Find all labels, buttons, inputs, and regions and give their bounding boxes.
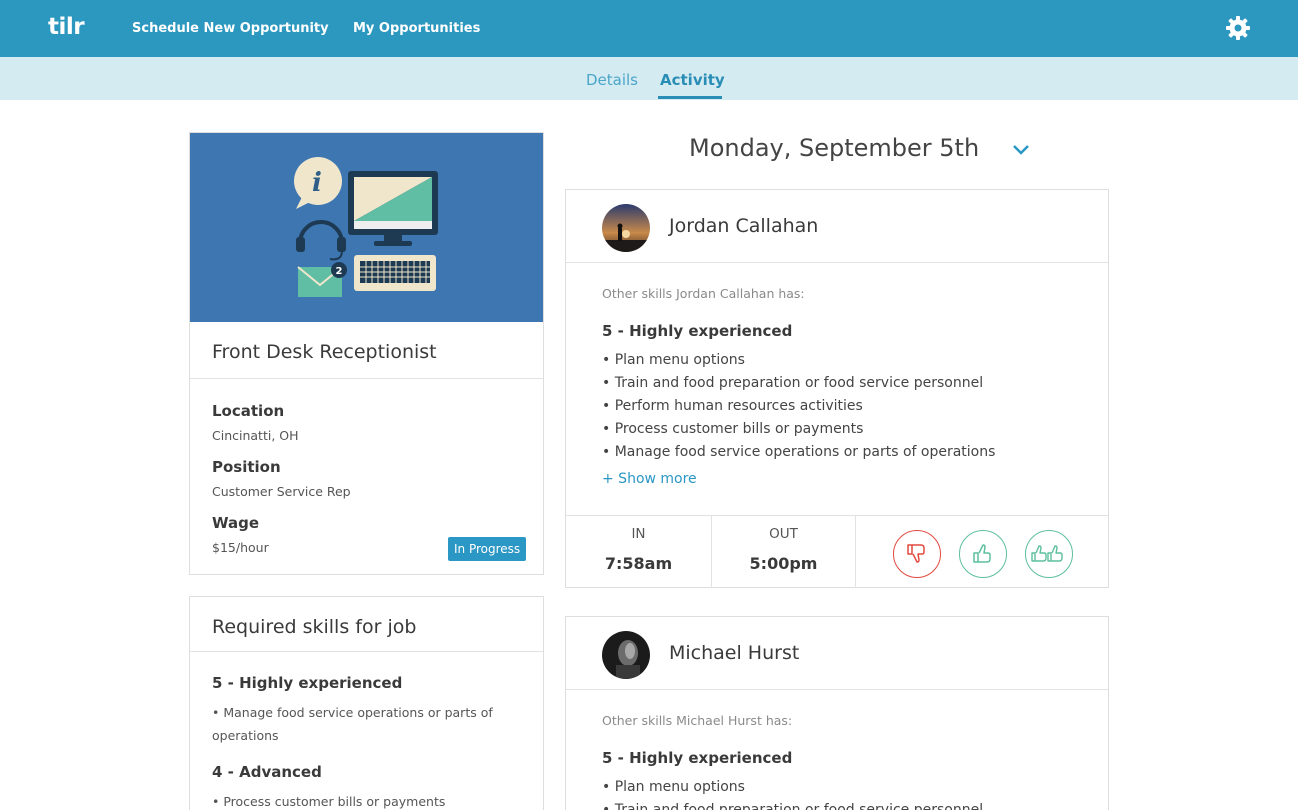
location-value: Cincinatti, OH bbox=[212, 428, 299, 443]
nav-my-opportunities[interactable]: My Opportunities bbox=[353, 21, 480, 36]
tab-activity[interactable]: Activity bbox=[660, 71, 725, 89]
keyboard-icon bbox=[354, 255, 436, 291]
other-skills-label: Other skills Michael Hurst has: bbox=[602, 713, 793, 728]
thumbs-up-button[interactable] bbox=[959, 530, 1007, 578]
worker-name: Jordan Callahan bbox=[669, 215, 819, 237]
double-thumbs-up-button[interactable] bbox=[1025, 530, 1073, 578]
clock-in-label: IN bbox=[631, 526, 646, 542]
tilr-logo[interactable]: tilr bbox=[48, 14, 85, 40]
wage-value: $15/hour bbox=[212, 540, 269, 555]
svg-text:2: 2 bbox=[336, 266, 343, 277]
skill-item: • Train and food preparation or food ser… bbox=[602, 802, 984, 810]
monitor-icon bbox=[348, 171, 438, 246]
headset-icon bbox=[296, 220, 346, 261]
required-skills-card: Required skills for job 5 - Highly exper… bbox=[189, 596, 544, 810]
divider bbox=[566, 689, 1108, 690]
office-illustration: i 2 bbox=[294, 157, 438, 297]
top-nav-bar: tilr Schedule New Opportunity My Opportu… bbox=[0, 0, 1298, 57]
show-more-link[interactable]: + Show more bbox=[602, 471, 697, 487]
worker-card: Michael Hurst Other skills Michael Hurst… bbox=[565, 616, 1109, 810]
status-badge: In Progress bbox=[448, 537, 527, 561]
location-label: Location bbox=[212, 402, 285, 420]
thumbs-up-icon bbox=[973, 544, 991, 563]
skill-item: • Process customer bills or payments bbox=[212, 794, 446, 809]
skill-level-heading: 5 - Highly experienced bbox=[602, 322, 793, 340]
job-card: i 2 Front Desk Receptionist Location Cin… bbox=[189, 132, 544, 575]
skill-item: • Plan menu options bbox=[602, 352, 745, 368]
avatar bbox=[602, 631, 650, 679]
chevron-down-icon[interactable] bbox=[1012, 143, 1030, 157]
skill-item: • Plan menu options bbox=[602, 779, 745, 795]
divider bbox=[566, 262, 1108, 263]
position-label: Position bbox=[212, 458, 281, 476]
job-title: Front Desk Receptionist bbox=[212, 341, 437, 363]
required-skills-title: Required skills for job bbox=[212, 616, 417, 638]
tab-details[interactable]: Details bbox=[586, 71, 638, 89]
svg-text:i: i bbox=[312, 168, 322, 198]
skill-list: • Plan menu options • Train and food pre… bbox=[602, 776, 1072, 810]
gear-icon[interactable] bbox=[1224, 14, 1252, 42]
divider bbox=[190, 651, 543, 652]
skill-item: • Manage food service operations or part… bbox=[602, 444, 996, 460]
skill-item: • Train and food preparation or food ser… bbox=[602, 375, 984, 391]
worker-card: Jordan Callahan Other skills Jordan Call… bbox=[565, 189, 1109, 588]
clock-in-time: 7:58am bbox=[604, 554, 673, 573]
thumbs-down-icon bbox=[907, 544, 925, 563]
active-tab-indicator bbox=[658, 96, 722, 99]
worker-name: Michael Hurst bbox=[669, 642, 800, 664]
nav-schedule-new-opportunity[interactable]: Schedule New Opportunity bbox=[132, 21, 329, 36]
divider bbox=[190, 378, 543, 379]
divider bbox=[566, 515, 1108, 516]
clock-out-time: 5:00pm bbox=[749, 554, 818, 573]
divider bbox=[855, 515, 856, 588]
wage-label: Wage bbox=[212, 514, 260, 532]
position-value: Customer Service Rep bbox=[212, 484, 351, 499]
skill-item: • Manage food service operations or part… bbox=[212, 705, 493, 743]
other-skills-label: Other skills Jordan Callahan has: bbox=[602, 286, 805, 301]
thumbs-down-button[interactable] bbox=[893, 530, 941, 578]
double-thumbs-up-icon bbox=[1031, 545, 1063, 562]
skill-level-heading: 5 - Highly experienced bbox=[212, 674, 403, 692]
mail-icon: 2 bbox=[297, 262, 347, 297]
job-hero-illustration: i 2 bbox=[190, 133, 543, 322]
skill-item: • Perform human resources activities bbox=[602, 398, 863, 414]
skill-list: • Plan menu options • Train and food pre… bbox=[602, 349, 1072, 464]
activity-date: Monday, September 5th bbox=[689, 134, 980, 162]
clock-out-label: OUT bbox=[769, 526, 798, 542]
skill-level-heading: 5 - Highly experienced bbox=[602, 749, 793, 767]
avatar bbox=[602, 204, 650, 252]
skill-level-heading: 4 - Advanced bbox=[212, 763, 322, 781]
sub-nav-tabs: Details Activity bbox=[0, 57, 1298, 100]
skill-item: • Process customer bills or payments bbox=[602, 421, 864, 437]
